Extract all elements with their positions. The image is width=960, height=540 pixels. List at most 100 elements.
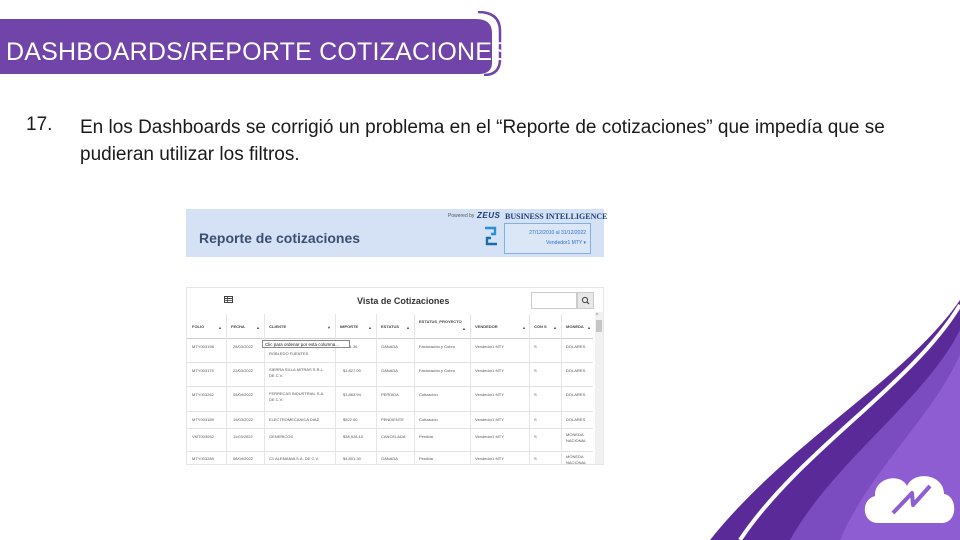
cell-cons: S (534, 417, 537, 422)
cell-importe: $1,863.94 (343, 392, 361, 397)
table-search-input[interactable] (531, 292, 577, 309)
cell-fecha: 05/04/2022 (233, 392, 254, 397)
cell-moneda: DOLARES (566, 368, 586, 373)
cell-estatus-proyecto: Perdida (419, 434, 433, 439)
col-folio[interactable]: FOLIO (192, 324, 204, 329)
cell-importe: $1,827.00 (343, 368, 361, 373)
col-vendedor[interactable]: VENDEDOR (475, 324, 498, 329)
table-scrollbar[interactable]: ^ (595, 312, 603, 464)
page-title: DASHBOARDS/REPORTE COTIZACIONES (6, 38, 510, 66)
cell-cons: S (534, 456, 537, 461)
cell-vendedor: Vendedor1 MTY (475, 417, 504, 422)
cell-cons: S (534, 434, 537, 439)
cell-folio: MTY003289 (192, 456, 214, 461)
title-banner: DASHBOARDS/REPORTE COTIZACIONES (0, 11, 509, 76)
sort-icon[interactable]: ▼ (327, 325, 331, 330)
cell-importe: $522.00 (343, 417, 358, 422)
filter-date-range: 27/12/2010 al 31/12/2022 (529, 230, 586, 236)
cell-cliente: C1 ALEMANIA S.A. DE C.V. (269, 456, 319, 461)
table-icon (224, 296, 233, 303)
search-icon (581, 296, 590, 305)
cell-estatus-proyecto: Facturación y Cobro (419, 368, 456, 373)
sort-icon[interactable]: ▲ (587, 325, 591, 330)
report-title: Reporte de cotizaciones (199, 230, 361, 246)
table-header: FOLIO ▲ FECHA ▲ CLIENTE ▼ IMPORTE ▲ ESTA… (187, 314, 593, 339)
cell-fecha: 22/03/2022 (233, 368, 254, 373)
scroll-up-icon[interactable]: ^ (596, 313, 598, 319)
col-importe[interactable]: IMPORTE (340, 324, 358, 329)
scrollbar-thumb[interactable] (596, 320, 602, 332)
cell-folio: MTY003198 (192, 344, 214, 349)
col-cons[interactable]: CON S (534, 324, 547, 329)
col-estatus-proyecto[interactable]: ESTATUS_PROYECTO (419, 319, 462, 324)
item-description: En los Dashboards se corrigió un problem… (80, 117, 885, 165)
table-row[interactable]: MTY003198 28/03/2022 ROBLEDO FUENTES $37… (187, 339, 593, 363)
powered-by-label: Powered by (448, 213, 475, 219)
cell-cons: S (534, 392, 537, 397)
refresh-arrows-icon[interactable] (483, 226, 499, 246)
cell-vendedor: Vendedor1 MTY (475, 434, 504, 439)
col-fecha[interactable]: FECHA (231, 324, 245, 329)
quotes-table-panel: Vista de Cotizaciones ^ FOLIO ▲ FECHA ▲ … (186, 287, 604, 465)
table-row[interactable]: MTY003189 19/03/2022 ELECTROMECANICA DIA… (187, 411, 593, 429)
cell-folio: MTY003189 (192, 417, 214, 422)
col-cliente[interactable]: CLIENTE (269, 324, 286, 329)
zeus-logo: ZEUS (477, 211, 501, 220)
filter-selector[interactable]: 27/12/2010 al 31/12/2022 Vendedor1 MTY ▾ (504, 223, 591, 254)
report-header-panel: Powered by ZEUS BUSINESS INTELLIGENCE Re… (186, 209, 608, 257)
sort-icon[interactable]: ▲ (218, 325, 222, 330)
col-estatus[interactable]: ESTATUS (381, 324, 399, 329)
cell-estatus: CANCELADA (381, 434, 406, 439)
cell-estatus: GANADA (381, 368, 398, 373)
cell-fecha: 28/03/2022 (233, 344, 254, 349)
cell-vendedor: Vendedor1 MTY (475, 368, 504, 373)
sort-icon[interactable]: ▲ (406, 325, 410, 330)
cell-cliente: FERRECAS INDUSTRIAL S.A. DE C.V. (269, 391, 325, 402)
cell-cliente: SIERRA SILLA MITRAS S.R.L. DE C.V. (269, 367, 324, 378)
cell-vendedor: Vendedor1 MTY (475, 344, 504, 349)
sort-icon[interactable]: ▲ (256, 325, 260, 330)
cell-folio: MTY003262 (192, 392, 214, 397)
filter-vendor: Vendedor1 MTY ▾ (546, 240, 586, 246)
cell-moneda: MONEDA NACIONAL (566, 454, 587, 465)
cell-vendedor: Vendedor1 MTY (475, 456, 504, 461)
cell-fecha: 19/03/2022 (233, 417, 254, 422)
cell-importe: $38,528.10 (343, 434, 364, 439)
cell-moneda: DOLARES (566, 392, 586, 397)
cell-estatus: PERDIDA (381, 392, 399, 397)
product-name: BUSINESS INTELLIGENCE (505, 212, 608, 221)
cell-estatus-proyecto: Cotización (419, 392, 438, 397)
cell-estatus: GANADA (381, 456, 398, 461)
table-row[interactable]: MTY003289 08/04/2022 C1 ALEMANIA S.A. DE… (187, 451, 593, 465)
cell-moneda: MONEDA NACIONAL (566, 432, 587, 443)
cell-vendedor: Vendedor1 MTY (475, 392, 504, 397)
item-number: 17. (26, 114, 53, 135)
cell-cliente: ELECTROMECANICA DIAZ (269, 417, 320, 422)
cell-moneda: DOLARES (566, 417, 586, 422)
sort-icon[interactable]: ▲ (553, 325, 557, 330)
cell-cons: S (534, 368, 537, 373)
col-moneda[interactable]: MONEDA (566, 324, 584, 329)
cell-folio: VMT003052 (192, 434, 214, 439)
cell-fecha: 11/03/2022 (233, 434, 253, 439)
cell-folio: MTY003170 (192, 368, 214, 373)
table-row[interactable]: MTY003170 22/03/2022 SIERRA SILLA MITRAS… (187, 362, 593, 387)
sort-icon[interactable]: ▲ (522, 325, 526, 330)
sort-icon[interactable]: ▲ (462, 326, 466, 331)
cell-estatus-proyecto: Perdida (419, 456, 433, 461)
cell-moneda: DOLARES (566, 344, 586, 349)
cell-estatus: GANADA (381, 344, 398, 349)
cell-cliente: GENERICOS (269, 434, 294, 439)
cell-cliente: ROBLEDO FUENTES (269, 351, 309, 356)
cell-importe: $4,801.30 (343, 456, 361, 461)
sort-icon[interactable]: ▲ (368, 325, 372, 330)
sort-tooltip: Clic para ordenar por esta columna... (262, 340, 350, 348)
cell-estatus-proyecto: Facturación y Cobro (419, 344, 456, 349)
cell-fecha: 08/04/2022 (233, 456, 254, 461)
cell-cons: S (534, 344, 537, 349)
table-row[interactable]: MTY003262 05/04/2022 FERRECAS INDUSTRIAL… (187, 386, 593, 412)
table-search-button[interactable] (577, 292, 594, 309)
table-row[interactable]: VMT003052 11/03/2022 GENERICOS $38,528.1… (187, 428, 593, 452)
cell-estatus: PENDIENTE (381, 417, 404, 422)
cell-estatus-proyecto: Cotización (419, 417, 438, 422)
